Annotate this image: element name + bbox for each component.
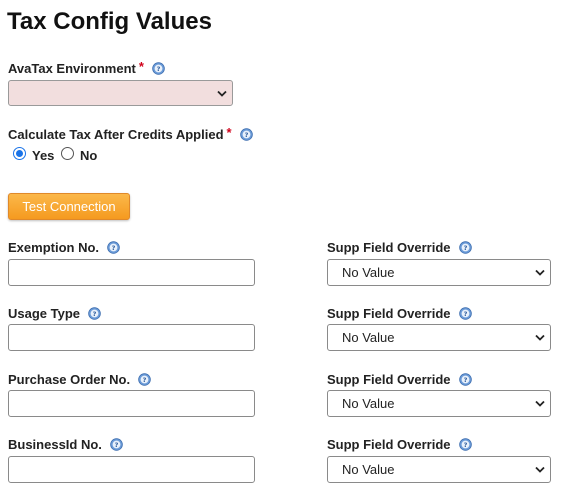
supp-field-override-label-text: Supp Field Override <box>327 240 451 255</box>
svg-text:?: ? <box>463 310 467 318</box>
radio-no[interactable] <box>61 147 74 160</box>
exemption-no-label-text: Exemption No. <box>8 240 100 255</box>
help-icon[interactable]: ? <box>88 307 101 320</box>
radio-no-label[interactable]: No <box>80 148 97 163</box>
supp-field-override-label: Supp Field Override ? <box>327 437 472 452</box>
purchase-order-no-label-text: Purchase Order No. <box>8 372 131 387</box>
chevron-down-icon <box>217 90 227 97</box>
businessid-no-label: BusinessId No. ? <box>8 437 123 452</box>
businessid-no-label-text: BusinessId No. <box>8 437 102 452</box>
radio-yes-label[interactable]: Yes <box>32 148 54 163</box>
businessid-no-input[interactable] <box>8 456 255 483</box>
help-icon[interactable]: ? <box>458 241 472 254</box>
calculate-tax-label-text: Calculate Tax After Credits Applied <box>8 127 224 142</box>
help-icon[interactable]: ? <box>458 438 472 451</box>
supp-field-override-label: Supp Field Override ? <box>327 306 472 321</box>
supp-field-override-label: Supp Field Override ? <box>327 372 472 387</box>
avatax-environment-label-text: AvaTax Environment <box>8 61 136 76</box>
calculate-tax-label: Calculate Tax After Credits Applied * ? <box>8 125 253 142</box>
usage-type-label-text: Usage Type <box>8 306 81 321</box>
chevron-down-icon <box>535 466 545 473</box>
svg-text:?: ? <box>463 376 467 384</box>
svg-text:?: ? <box>112 244 116 252</box>
supp-field-override-value: No Value <box>342 265 395 280</box>
help-icon[interactable]: ? <box>458 373 472 386</box>
supp-field-override-label-text: Supp Field Override <box>327 437 451 452</box>
purchase-order-no-label: Purchase Order No. ? <box>8 372 151 387</box>
help-icon[interactable]: ? <box>458 307 472 320</box>
required-asterisk: * <box>226 125 232 140</box>
usage-type-input[interactable] <box>8 324 255 351</box>
svg-text:?: ? <box>463 441 467 449</box>
chevron-down-icon <box>535 334 545 341</box>
help-icon[interactable]: ? <box>107 241 120 254</box>
purchase-order-no-input[interactable] <box>8 390 255 417</box>
supp-field-override-value: No Value <box>342 330 395 345</box>
avatax-environment-label: AvaTax Environment * ? <box>8 59 165 76</box>
supp-field-override-label-text: Supp Field Override <box>327 306 451 321</box>
chevron-down-icon <box>535 269 545 276</box>
avatax-environment-select[interactable] <box>8 80 233 106</box>
supp-field-override-value: No Value <box>342 396 395 411</box>
supp-field-override-label-text: Supp Field Override <box>327 372 451 387</box>
usage-type-label: Usage Type ? <box>8 306 101 321</box>
required-asterisk: * <box>138 59 144 74</box>
supp-field-override-select[interactable]: No Value <box>327 456 551 483</box>
svg-text:?: ? <box>244 131 248 139</box>
exemption-no-label: Exemption No. ? <box>8 240 120 255</box>
supp-field-override-select[interactable]: No Value <box>327 390 551 417</box>
svg-text:?: ? <box>143 376 147 384</box>
radio-yes[interactable] <box>13 147 26 160</box>
svg-text:?: ? <box>157 65 161 73</box>
page-title: Tax Config Values <box>7 8 212 35</box>
help-icon[interactable]: ? <box>138 373 151 386</box>
svg-text:?: ? <box>463 244 467 252</box>
help-icon[interactable]: ? <box>110 438 123 451</box>
svg-text:?: ? <box>93 310 97 318</box>
supp-field-override-value: No Value <box>342 462 395 477</box>
test-connection-button[interactable]: Test Connection <box>8 193 130 220</box>
supp-field-override-select[interactable]: No Value <box>327 324 551 351</box>
exemption-no-input[interactable] <box>8 259 255 286</box>
supp-field-override-select[interactable]: No Value <box>327 259 551 286</box>
help-icon[interactable]: ? <box>152 62 165 75</box>
chevron-down-icon <box>535 400 545 407</box>
svg-text:?: ? <box>115 441 119 449</box>
help-icon[interactable]: ? <box>239 128 253 141</box>
supp-field-override-label: Supp Field Override ? <box>327 240 472 255</box>
